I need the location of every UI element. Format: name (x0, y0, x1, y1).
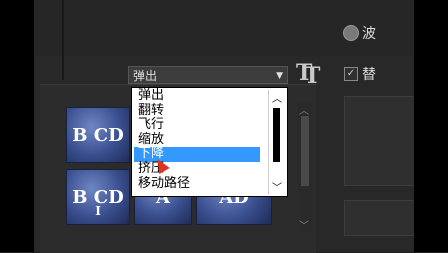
checkbox[interactable]: ✓ (344, 67, 358, 81)
radio-button[interactable] (343, 25, 359, 41)
text-style-icon[interactable]: TT (296, 60, 326, 89)
checkbox-label: 替 (362, 67, 376, 83)
dropdown-option[interactable]: 缩放 (134, 132, 260, 148)
panel-divider (62, 0, 64, 80)
animation-type-select[interactable]: 弹出 ▼ (128, 66, 288, 84)
dropdown-scrollbar[interactable]: ︿ ﹀ (268, 90, 285, 194)
letterbox-left (0, 0, 34, 252)
dropdown-option-selected[interactable]: 下降 (134, 147, 260, 162)
dropdown-option[interactable]: 移动路径 (134, 176, 260, 192)
scroll-down-icon[interactable]: ﹀ (299, 217, 309, 232)
animation-tile[interactable]: B CD (66, 107, 130, 163)
animation-tile[interactable]: B CD I (66, 169, 130, 225)
side-button[interactable] (344, 200, 416, 236)
chevron-down-icon[interactable]: ▼ (276, 67, 283, 85)
scroll-up-icon[interactable]: ︿ (299, 102, 309, 117)
dropdown-option[interactable]: 飞行 (134, 118, 260, 133)
preview-scrollbar[interactable]: ︿ ﹀ (298, 102, 312, 232)
side-button[interactable] (344, 96, 416, 186)
scroll-thumb[interactable] (273, 108, 280, 162)
animation-dropdown-list[interactable]: 弹出 翻转 飞行 缩放 下降 挤压 移动路径 ︿ ﹀ (131, 87, 288, 197)
scroll-thumb[interactable] (301, 116, 309, 186)
letterbox-right (414, 0, 448, 252)
scroll-up-icon[interactable]: ︿ (272, 90, 282, 105)
radio-label: 波 (362, 26, 376, 42)
scroll-down-icon[interactable]: ﹀ (272, 179, 282, 194)
dropdown-option[interactable]: 翻转 (134, 103, 260, 119)
dropdown-option[interactable]: 弹出 (134, 88, 260, 104)
